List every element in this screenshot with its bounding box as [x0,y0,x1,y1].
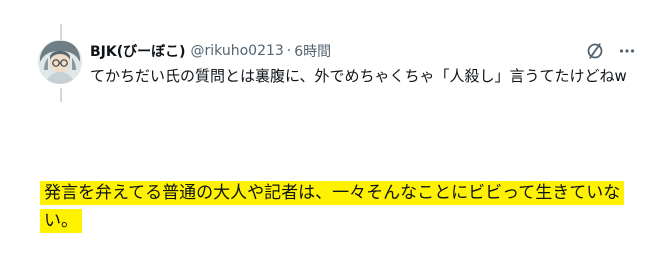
avatar-image [38,40,82,84]
slash-circle-icon[interactable] [584,40,606,62]
tweet-header: BJK(びーぼこ) @rikuho0213 · 6時間 [90,41,331,61]
more-icon[interactable] [616,40,638,62]
avatar[interactable] [38,40,82,84]
tweet-text: てかちだい氏の質問とは裏腹に、外でめちゃくちゃ「人殺し」言うてたけどねw [90,67,627,85]
separator: · [286,43,292,59]
highlighted-quote: 発言を弁えてる普通の大人や記者は、一々そんなことにビビって生きていない。 [40,179,650,235]
highlighted-text: 発言を弁えてる普通の大人や記者は、一々そんなことにビビって生きていない。 [40,181,625,233]
timestamp[interactable]: 6時間 [294,41,331,61]
display-name[interactable]: BJK(びーぼこ) [90,41,186,61]
user-handle[interactable]: @rikuho0213 [191,43,284,59]
tweet: BJK(びーぼこ) @rikuho0213 · 6時間 てかちだい氏の質問とは裏… [38,40,638,110]
tweet-actions [584,40,638,62]
